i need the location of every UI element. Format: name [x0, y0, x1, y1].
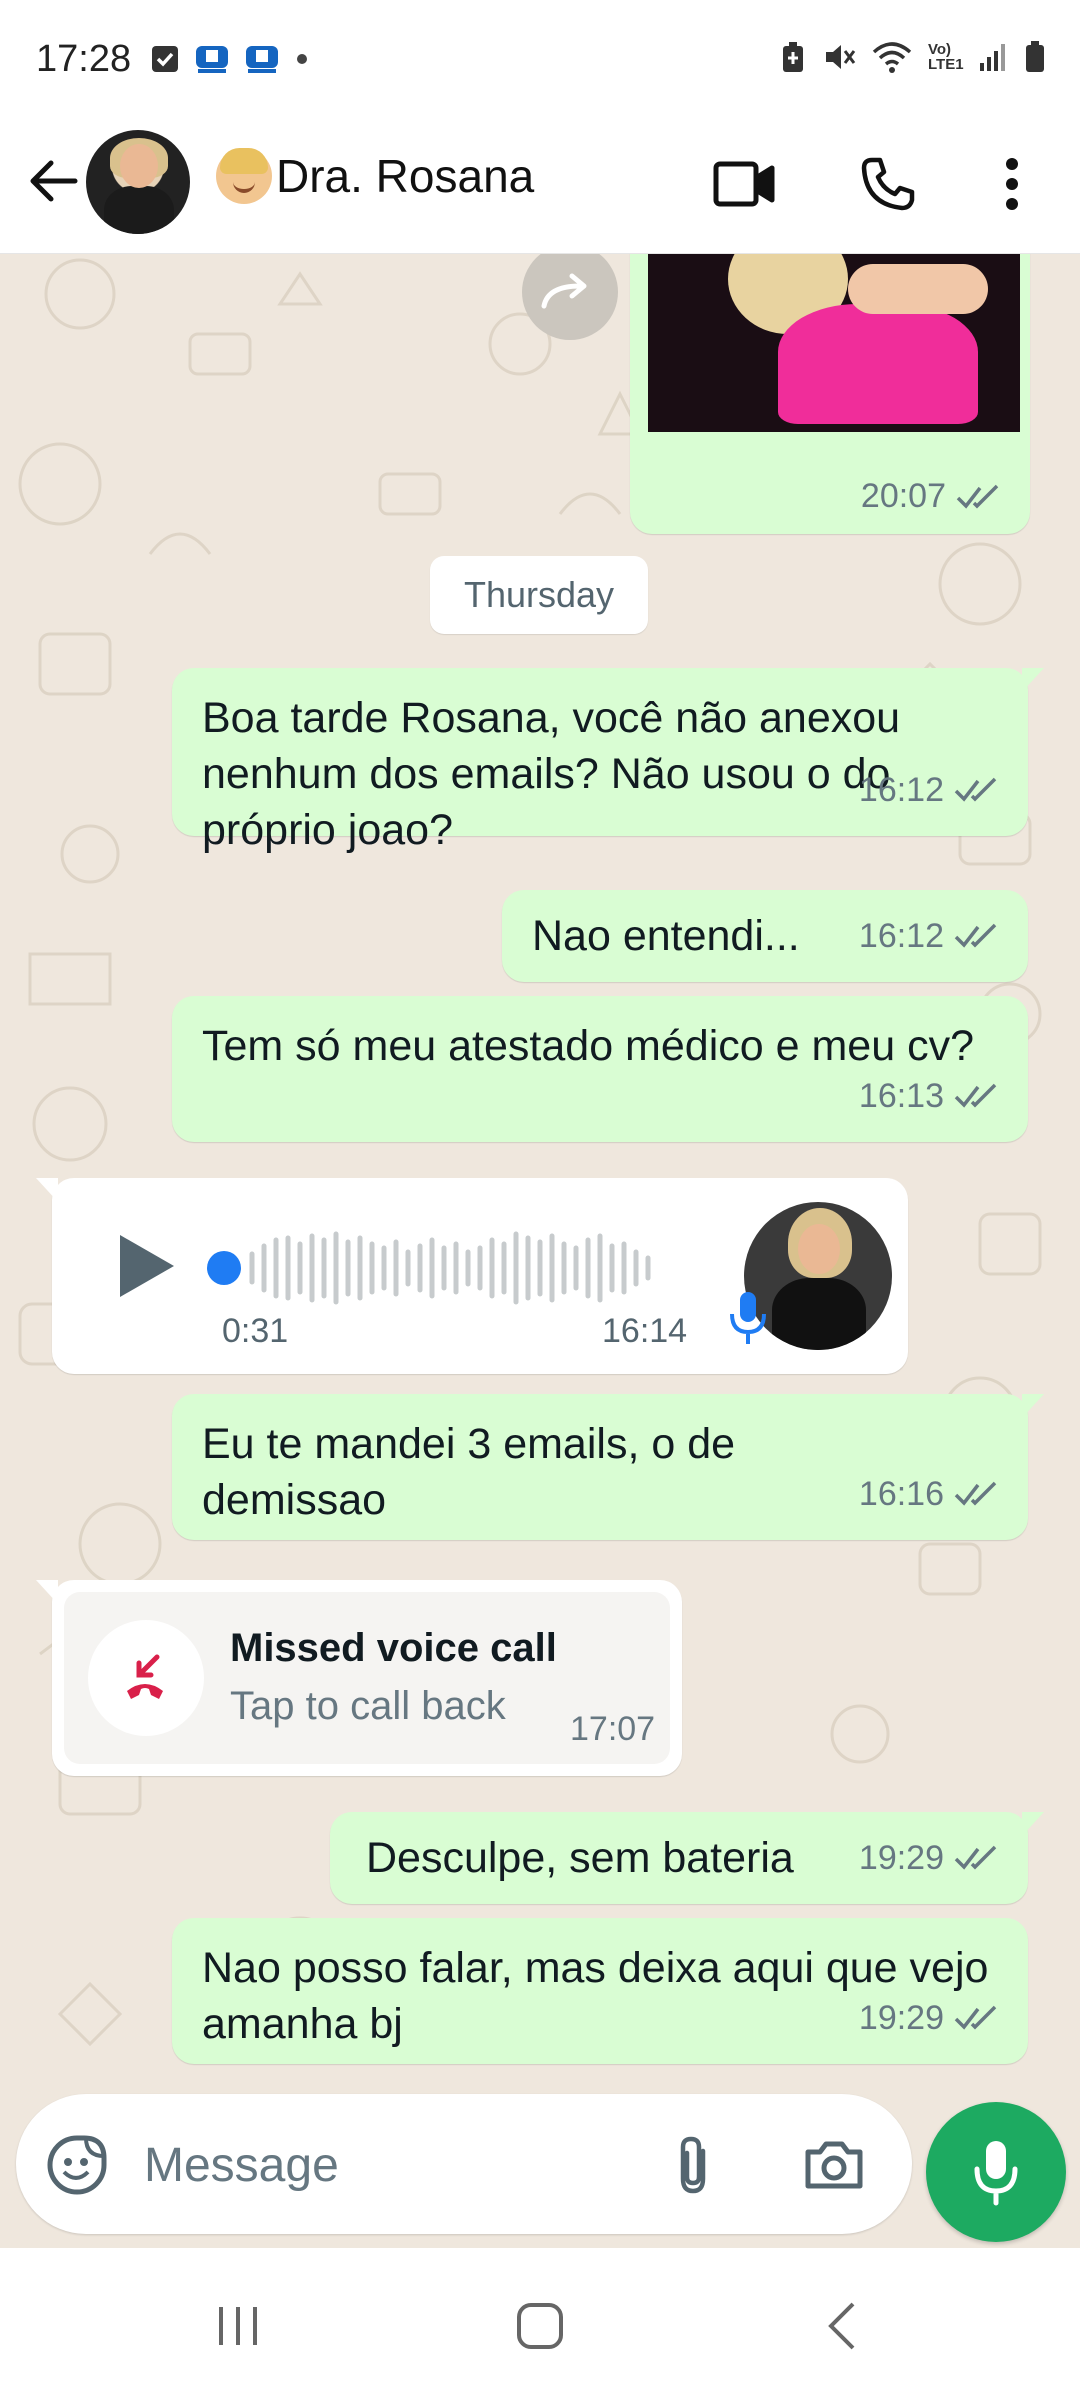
more-vertical-icon: [1006, 158, 1018, 210]
message-time: 17:07: [570, 1710, 656, 1748]
double-check-read-icon: [954, 1481, 997, 1506]
voice-waveform[interactable]: [202, 1218, 742, 1318]
call-subtitle: Tap to call back: [230, 1684, 506, 1728]
status-bar: 17:28 Vo) LTE1: [0, 0, 1080, 116]
home-icon: [517, 2303, 563, 2349]
message-meta: 19:29: [859, 1990, 1004, 2046]
message-image[interactable]: [648, 254, 1020, 432]
status-time: 17:28: [36, 38, 132, 80]
message-input[interactable]: Message: [144, 2138, 339, 2193]
message-meta: 16:13: [859, 1068, 1004, 1124]
message-text: Tem só meu atestado médico e meu cv?: [202, 1022, 974, 1070]
outgoing-message[interactable]: Eu te mandei 3 emails, o de demissao 16:…: [172, 1394, 1044, 1540]
voice-record-button[interactable]: [926, 2102, 1066, 2242]
forward-arrow-icon: [541, 273, 587, 309]
missed-call-message[interactable]: Missed voice call Tap to call back 17:07: [36, 1580, 682, 1776]
double-check-read-icon: [954, 2005, 997, 2030]
video-call-button[interactable]: [704, 144, 784, 224]
blonde-person-emoji-icon: [216, 148, 272, 204]
microphone-icon: [730, 1292, 766, 1344]
play-button[interactable]: [106, 1226, 186, 1306]
incoming-voice-message[interactable]: 0:31 16:14: [36, 1178, 908, 1374]
message-text: Nao entendi...: [532, 912, 800, 960]
contact-name: Dra. Rosana: [276, 150, 535, 202]
missed-call-icon: [127, 1654, 163, 1699]
outgoing-message[interactable]: Nao posso falar, mas deixa aqui que vejo…: [172, 1918, 1028, 2064]
double-check-read-icon: [954, 1083, 997, 1108]
play-icon: [120, 1235, 174, 1297]
more-notifications-dot-icon: [297, 54, 307, 64]
system-navigation-bar: [0, 2254, 1080, 2400]
app-notification-icon: [196, 46, 228, 73]
camera-icon: [805, 2141, 863, 2189]
outgoing-message[interactable]: Nao entendi... 16:12: [502, 890, 1028, 982]
contact-name-area[interactable]: Dra. Rosana: [216, 148, 534, 204]
chevron-left-icon: [828, 2302, 855, 2350]
more-options-button[interactable]: [972, 144, 1052, 224]
back-nav-button[interactable]: [804, 2294, 880, 2358]
sticker-smiley-icon: [47, 2135, 107, 2195]
double-check-read-icon: [954, 923, 997, 948]
double-check-read-icon: [956, 484, 999, 509]
message-time: 16:12: [858, 917, 944, 955]
signal-icon: [980, 44, 1005, 71]
app-notification-icon: [246, 46, 278, 73]
notification-icons: [150, 44, 310, 74]
chat-header: Dra. Rosana: [0, 116, 1080, 254]
message-time: 20:07: [860, 477, 946, 515]
wifi-icon: [872, 42, 912, 73]
message-time: 19:29: [858, 1839, 944, 1877]
message-time: 19:29: [858, 1999, 944, 2037]
double-check-read-icon: [954, 1845, 997, 1870]
chat-area[interactable]: 20:07 Thursday Boa tarde Rosana, você nã…: [0, 254, 1080, 2248]
contact-avatar[interactable]: [86, 130, 190, 234]
message-meta: 16:12: [859, 762, 1004, 818]
message-meta: 16:12: [859, 908, 1004, 964]
message-meta: 16:16: [859, 1466, 1004, 1522]
network-type-label: Vo) LTE1: [928, 41, 964, 73]
mute-icon: [826, 45, 856, 69]
date-separator: Thursday: [430, 556, 648, 634]
paperclip-icon: [680, 2136, 706, 2194]
call-title: Missed voice call: [230, 1626, 557, 1670]
sticker-button[interactable]: [42, 2130, 112, 2200]
voice-duration: 0:31: [222, 1312, 289, 1350]
voice-call-button[interactable]: [848, 144, 928, 224]
message-meta: 20:07: [861, 477, 1006, 516]
back-button[interactable]: [18, 146, 88, 216]
message-time: 16:16: [858, 1475, 944, 1513]
message-text: Eu te mandei 3 emails, o de demissao: [202, 1420, 736, 1524]
arrow-left-icon: [30, 160, 78, 202]
system-status-icons: Vo) LTE1: [780, 40, 1046, 74]
battery-icon: [1026, 41, 1044, 72]
microphone-icon: [974, 2141, 1018, 2206]
missed-call-card[interactable]: Missed voice call Tap to call back 17:07: [64, 1592, 670, 1764]
phone-icon: [861, 157, 915, 211]
message-time: 16:13: [858, 1077, 944, 1115]
checkbox-notification-icon: [152, 46, 178, 72]
image-message[interactable]: 20:07: [630, 254, 1030, 534]
outgoing-message[interactable]: Desculpe, sem bateria 19:29: [330, 1812, 1044, 1904]
outgoing-message[interactable]: Boa tarde Rosana, você não anexou nenhum…: [172, 668, 1044, 854]
home-button[interactable]: [502, 2294, 578, 2358]
recent-apps-button[interactable]: [200, 2296, 276, 2356]
message-time: 16:12: [858, 771, 944, 809]
message-composer: Message: [16, 2094, 912, 2234]
message-meta: 19:29: [859, 1830, 1004, 1886]
double-check-read-icon: [954, 777, 997, 802]
missed-call-icon-circle: [88, 1620, 204, 1736]
battery-saver-icon: [783, 42, 803, 72]
recent-apps-icon: [219, 2307, 257, 2345]
message-text: Desculpe, sem bateria: [366, 1834, 794, 1882]
video-camera-icon: [713, 161, 775, 207]
camera-button[interactable]: [794, 2130, 874, 2200]
outgoing-message[interactable]: Tem só meu atestado médico e meu cv? 16:…: [172, 996, 1028, 1142]
message-time: 16:14: [602, 1312, 688, 1350]
attach-button[interactable]: [658, 2130, 728, 2200]
